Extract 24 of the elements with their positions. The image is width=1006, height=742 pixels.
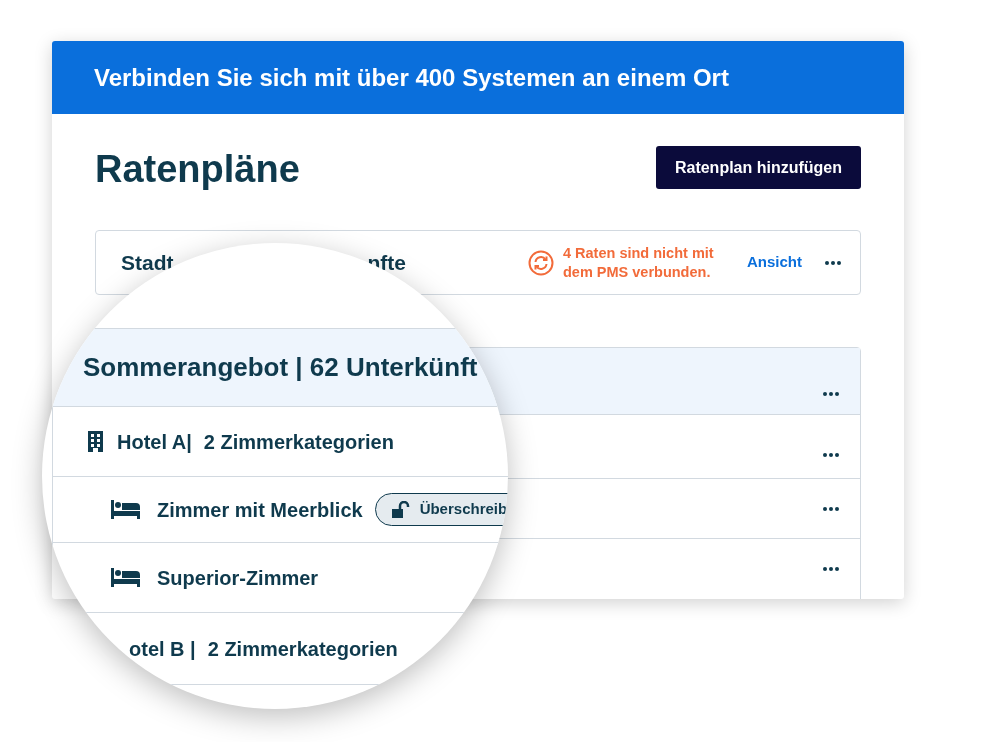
bed-icon bbox=[111, 568, 140, 587]
warning-text: 4 Raten sind nicht mit dem PMS verbunden. bbox=[563, 243, 715, 282]
room-name: Zimmer mit Meerblick bbox=[157, 497, 363, 523]
room-name: Superior-Zimmer bbox=[157, 565, 319, 591]
group-title: Sommerangebot | 62 Unterkünft bbox=[83, 351, 478, 384]
add-rate-plan-button[interactable]: Ratenplan hinzufügen bbox=[656, 146, 861, 189]
bed-icon bbox=[111, 500, 140, 519]
more-icon[interactable] bbox=[824, 259, 842, 266]
hotel-name: otel B | bbox=[129, 636, 196, 662]
more-icon[interactable] bbox=[822, 505, 840, 512]
banner-title: Verbinden Sie sich mit über 400 Systemen an einem Ort bbox=[94, 62, 729, 93]
sync-warning-icon bbox=[528, 249, 554, 276]
hotel-name: Hotel A| bbox=[117, 429, 192, 455]
rate-plan-title-fragment: Stadt bbox=[121, 249, 174, 276]
view-link[interactable]: Ansicht bbox=[747, 251, 802, 274]
more-icon[interactable] bbox=[822, 391, 840, 397]
room-category-count: 2 Zimmerkategorien bbox=[207, 636, 398, 662]
building-icon bbox=[87, 431, 104, 452]
unlock-icon bbox=[391, 501, 410, 518]
more-icon[interactable] bbox=[822, 566, 840, 572]
override-badge[interactable]: Überschreib bbox=[374, 493, 508, 526]
page-title: Ratenpläne bbox=[95, 149, 300, 188]
room-category-count: 2 Zimmerkategorien bbox=[203, 429, 394, 455]
more-icon[interactable] bbox=[822, 451, 840, 458]
